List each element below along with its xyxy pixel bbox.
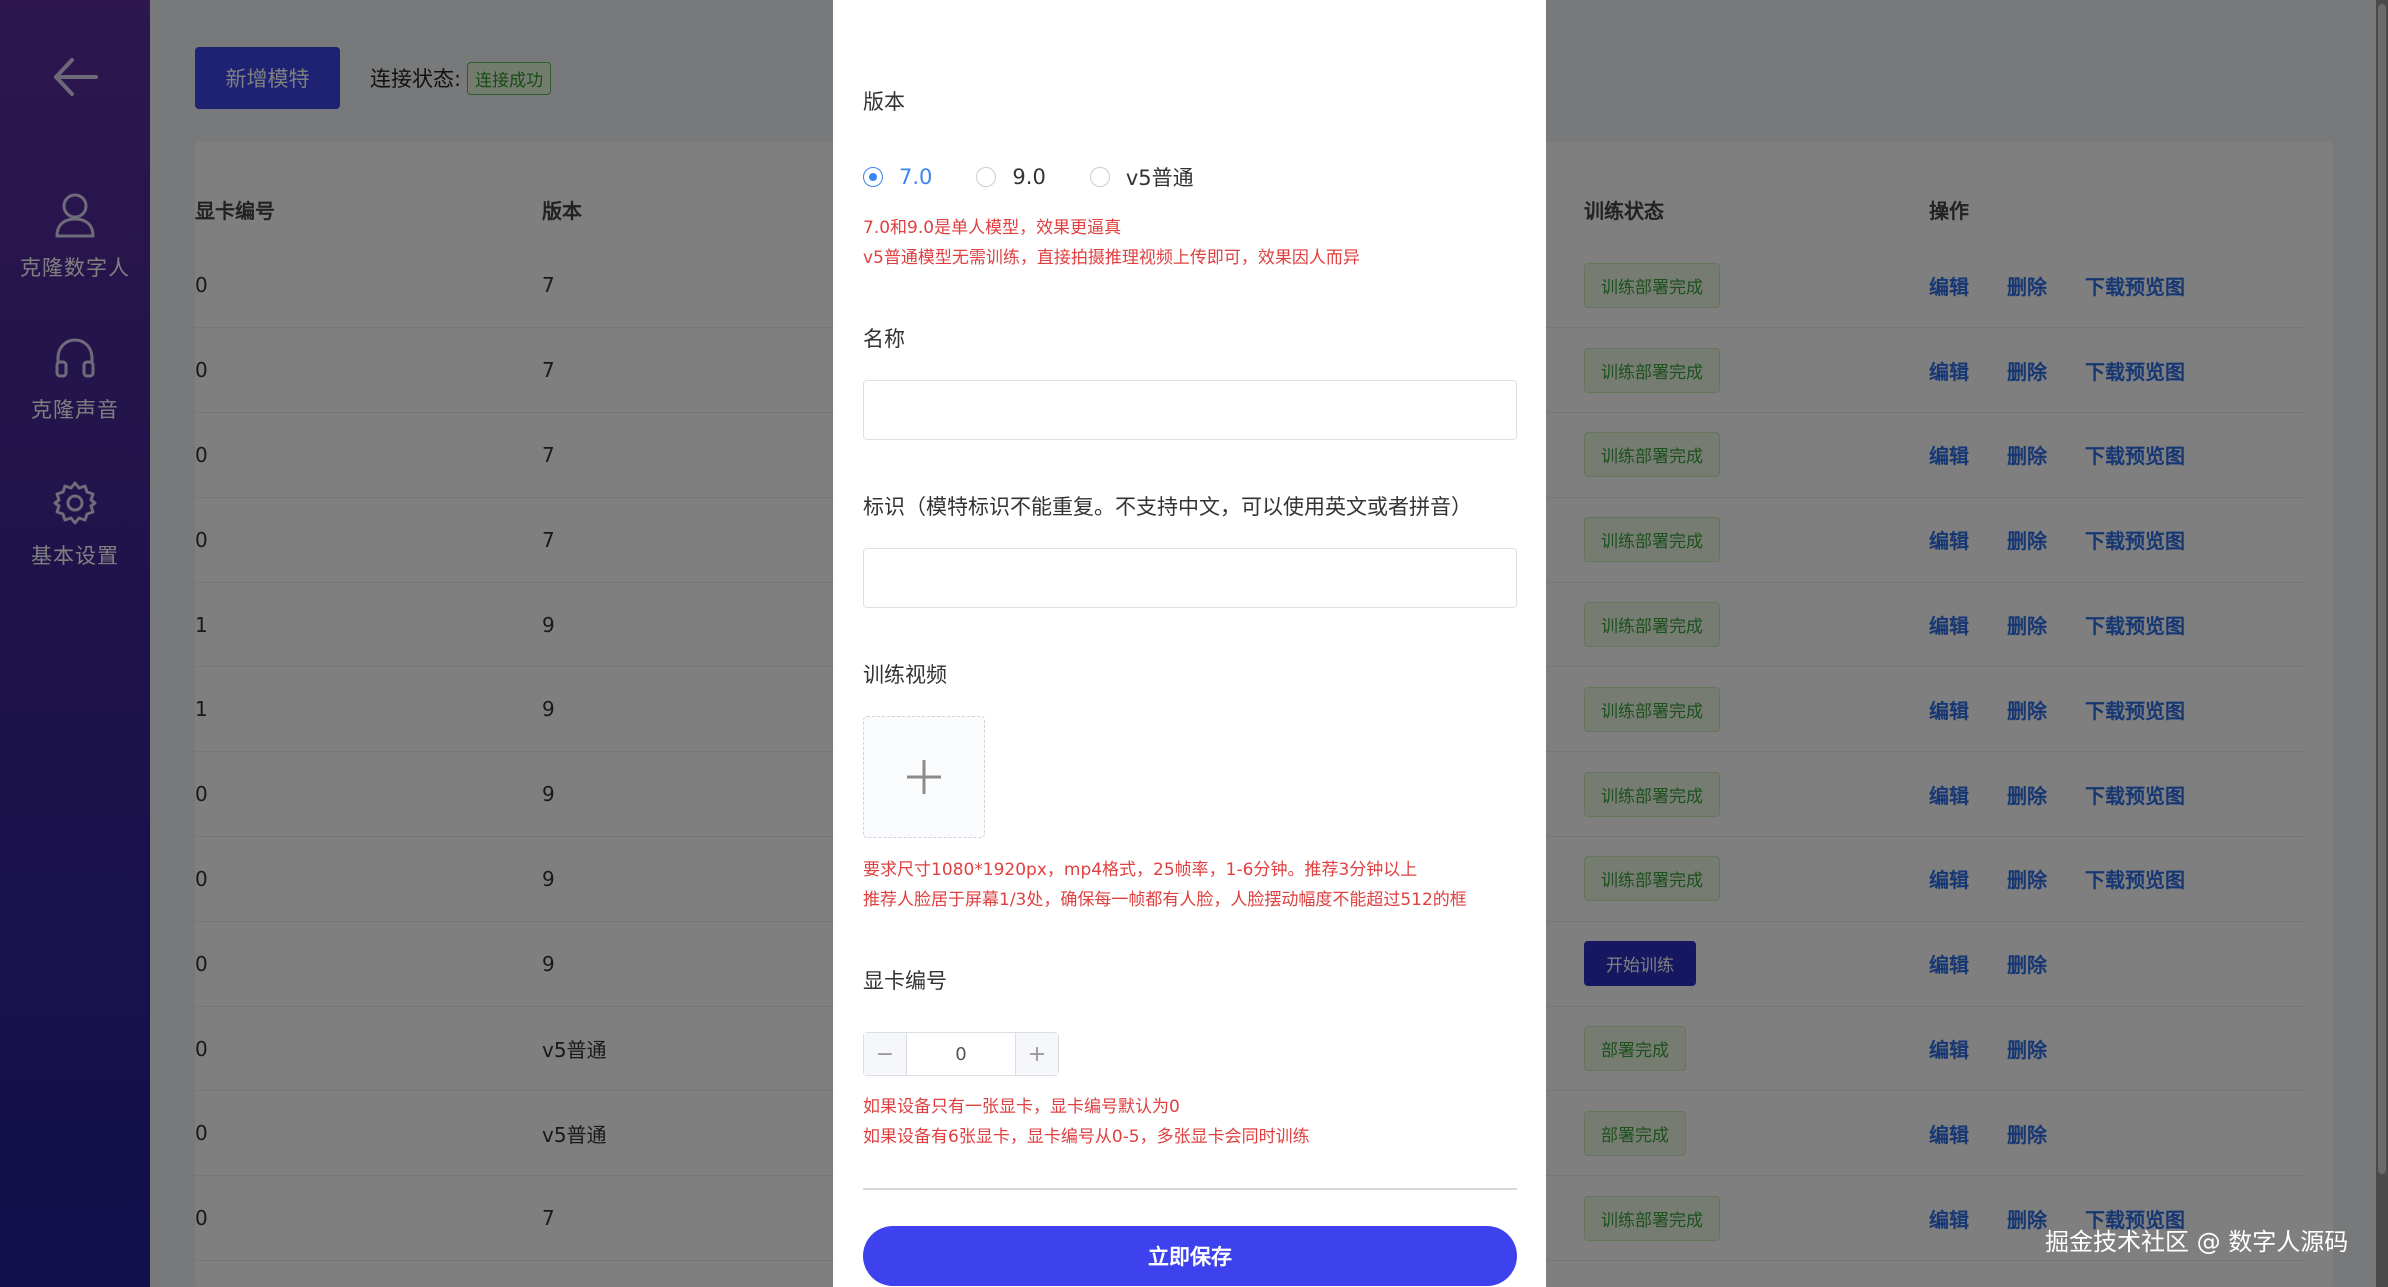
radio-version-9[interactable]: 9.0 xyxy=(976,165,1046,189)
scrollbar-thumb[interactable] xyxy=(2378,4,2386,1174)
video-upload-box[interactable] xyxy=(863,716,985,838)
version-label: 版本 xyxy=(863,90,905,114)
radio-dot xyxy=(1089,167,1110,187)
radio-label: 9.0 xyxy=(1012,165,1046,189)
version-hint-line: v5普通模型无需训练，直接拍摄推理视频上传即可，效果因人而异 xyxy=(863,248,1360,268)
version-hint: 7.0和9.0是单人模型，效果更逼真 v5普通模型无需训练，直接拍摄推理视频上传… xyxy=(863,213,1360,273)
page-scrollbar[interactable] xyxy=(2376,0,2388,1287)
gpu-hint: 如果设备只有一张显卡，显卡编号默认为0 如果设备有6张显卡，显卡编号从0-5，多… xyxy=(863,1092,1310,1152)
radio-dot xyxy=(863,167,883,187)
gpu-value[interactable]: 0 xyxy=(906,1033,1016,1075)
gpu-label: 显卡编号 xyxy=(863,969,947,993)
name-label: 名称 xyxy=(863,327,905,351)
watermark-text: 掘金技术社区 @ 数字人源码 xyxy=(2045,1228,2349,1256)
gpu-stepper: − 0 + xyxy=(863,1032,1059,1076)
radio-version-v5[interactable]: v5普通 xyxy=(1089,162,1194,192)
gpu-hint-line: 如果设备有6张显卡，显卡编号从0-5，多张显卡会同时训练 xyxy=(863,1127,1310,1147)
plus-icon[interactable]: + xyxy=(1016,1033,1058,1075)
video-hint: 要求尺寸1080*1920px，mp4格式，25帧率，1-6分钟。推荐3分钟以上… xyxy=(863,855,1467,915)
radio-label: v5普通 xyxy=(1125,166,1194,190)
radio-label: 7.0 xyxy=(899,165,933,189)
radio-dot xyxy=(976,167,997,187)
version-radio-group: 7.0 9.0 v5普通 xyxy=(863,162,1238,192)
save-button[interactable]: 立即保存 xyxy=(863,1226,1517,1286)
minus-icon[interactable]: − xyxy=(864,1033,906,1075)
form-divider xyxy=(863,1188,1517,1190)
id-input[interactable] xyxy=(863,548,1517,608)
gpu-hint-line: 如果设备只有一张显卡，显卡编号默认为0 xyxy=(863,1097,1180,1117)
id-label: 标识（模特标识不能重复。不支持中文，可以使用英文或者拼音） xyxy=(863,495,1472,519)
plus-icon xyxy=(907,760,941,794)
radio-version-7[interactable]: 7.0 xyxy=(863,165,932,189)
video-hint-line: 推荐人脸居于屏幕1/3处，确保每一帧都有人脸，人脸摆动幅度不能超过512的框 xyxy=(863,890,1467,910)
version-hint-line: 7.0和9.0是单人模型，效果更逼真 xyxy=(863,218,1122,238)
model-form-dialog: 版本 7.0 9.0 v5普通 7.0和9.0是单人模型，效果更逼真 v5普通模… xyxy=(833,0,1546,1287)
video-hint-line: 要求尺寸1080*1920px，mp4格式，25帧率，1-6分钟。推荐3分钟以上 xyxy=(863,860,1418,880)
video-label: 训练视频 xyxy=(863,663,947,687)
name-input[interactable] xyxy=(863,380,1517,440)
